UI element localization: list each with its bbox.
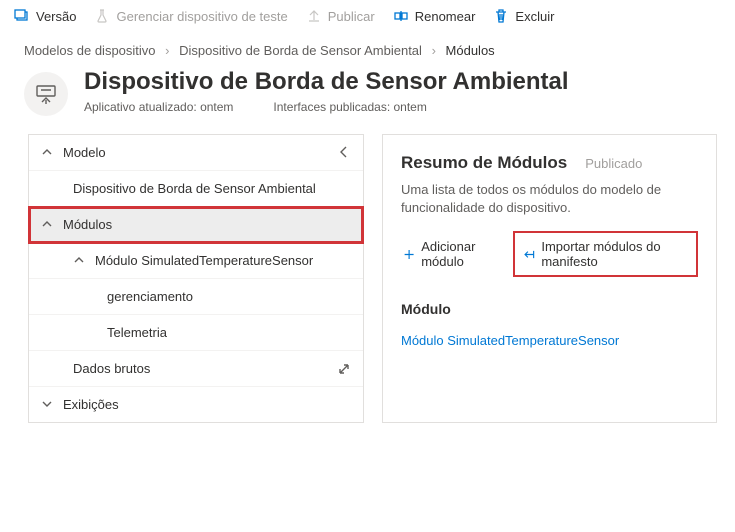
version-button[interactable]: Versão (14, 8, 76, 24)
modules-summary: Resumo de Módulos Publicado Uma lista de… (382, 134, 717, 423)
rename-icon (393, 8, 409, 24)
tree-raw-data[interactable]: Dados brutos (29, 351, 363, 387)
chevron-up-icon (41, 218, 55, 232)
add-module-button[interactable]: Adicionar módulo (401, 235, 505, 273)
tree-module-sim-label: Módulo SimulatedTemperatureSensor (95, 253, 313, 268)
chevron-up-icon (73, 254, 87, 268)
module-heading: Módulo (401, 301, 698, 317)
tree-device[interactable]: Dispositivo de Borda de Sensor Ambiental (29, 171, 363, 207)
import-manifest-button[interactable]: Importar módulos do manifesto (513, 231, 698, 277)
publish-label: Publicar (328, 9, 375, 24)
breadcrumb-current: Módulos (446, 43, 495, 58)
summary-description: Uma lista de todos os módulos do modelo … (401, 181, 681, 217)
chevron-right-icon: › (165, 43, 169, 58)
tree-raw-data-label: Dados brutos (73, 361, 150, 376)
summary-title: Resumo de Módulos (401, 153, 567, 173)
page-header: Dispositivo de Borda de Sensor Ambiental… (0, 64, 735, 134)
expand-icon[interactable] (337, 362, 351, 376)
tree-model-label: Modelo (63, 145, 106, 160)
interfaces-published: Interfaces publicadas: ontem (273, 100, 426, 114)
tree-telemetry-label: Telemetria (107, 325, 167, 340)
import-icon (523, 247, 535, 262)
trash-icon (493, 8, 509, 24)
tree-device-label: Dispositivo de Borda de Sensor Ambiental (73, 181, 316, 196)
toolbar: Versão Gerenciar dispositivo de teste Pu… (0, 0, 735, 33)
delete-button[interactable]: Excluir (493, 8, 554, 24)
tree-management-label: gerenciamento (107, 289, 193, 304)
plus-icon (403, 247, 415, 262)
breadcrumb-root[interactable]: Modelos de dispositivo (24, 43, 156, 58)
delete-label: Excluir (515, 9, 554, 24)
publish-icon (306, 8, 322, 24)
add-module-label: Adicionar módulo (421, 239, 503, 269)
rename-button[interactable]: Renomear (393, 8, 476, 24)
model-tree: Modelo Dispositivo de Borda de Sensor Am… (28, 134, 364, 423)
page-title: Dispositivo de Borda de Sensor Ambiental (84, 68, 569, 96)
publish-button: Publicar (306, 8, 375, 24)
tree-model[interactable]: Modelo (29, 135, 363, 171)
breadcrumb: Modelos de dispositivo › Dispositivo de … (0, 33, 735, 64)
chevron-down-icon (41, 398, 55, 412)
status-badge: Publicado (585, 156, 642, 171)
device-avatar (24, 72, 68, 116)
version-label: Versão (36, 9, 76, 24)
tree-modules[interactable]: Módulos (29, 207, 363, 243)
manage-test-label: Gerenciar dispositivo de teste (116, 9, 287, 24)
tree-modules-label: Módulos (63, 217, 112, 232)
chevron-right-icon: › (432, 43, 436, 58)
version-icon (14, 8, 30, 24)
collapse-panel-icon[interactable] (337, 145, 353, 161)
flask-icon (94, 8, 110, 24)
tree-management[interactable]: gerenciamento (29, 279, 363, 315)
manage-test-button: Gerenciar dispositivo de teste (94, 8, 287, 24)
chevron-up-icon (41, 146, 55, 160)
tree-module-sim[interactable]: Módulo SimulatedTemperatureSensor (29, 243, 363, 279)
breadcrumb-device[interactable]: Dispositivo de Borda de Sensor Ambiental (179, 43, 422, 58)
tree-views-label: Exibições (63, 397, 119, 412)
tree-views[interactable]: Exibições (29, 387, 363, 422)
module-link[interactable]: Módulo SimulatedTemperatureSensor (401, 333, 698, 348)
import-manifest-label: Importar módulos do manifesto (541, 239, 688, 269)
rename-label: Renomear (415, 9, 476, 24)
app-updated: Aplicativo atualizado: ontem (84, 100, 233, 114)
tree-telemetry[interactable]: Telemetria (29, 315, 363, 351)
